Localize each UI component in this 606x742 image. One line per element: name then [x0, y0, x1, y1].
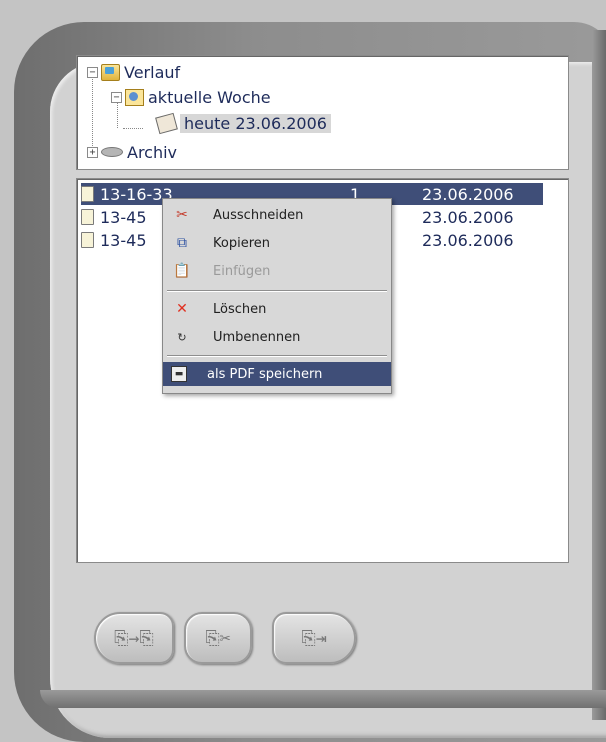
document-icon — [81, 186, 94, 202]
scissors-icon: ✂ — [176, 207, 188, 223]
item-date: 23.06.2006 — [422, 184, 514, 204]
item-date: 23.06.2006 — [422, 230, 514, 250]
menu-item-save-pdf[interactable]: ▬ als PDF speichern — [163, 362, 391, 386]
menu-item-delete[interactable]: ✕ Löschen — [163, 297, 391, 321]
export-doc-icon: ⎘⇥ — [301, 627, 327, 649]
paste-icon: 📋 — [173, 263, 191, 279]
menu-separator — [167, 355, 387, 357]
tree-node-archive[interactable]: + Archiv — [87, 140, 177, 164]
copy-icon: ⧉ — [177, 235, 187, 251]
menu-item-copy[interactable]: ⧉ Kopieren — [163, 231, 391, 255]
archive-disk-icon — [101, 147, 123, 157]
collapse-icon[interactable]: − — [111, 91, 122, 103]
tree-line — [123, 128, 143, 129]
menu-item-label: Kopieren — [213, 235, 270, 251]
folder-tree-panel[interactable]: − Verlauf − aktuelle Woche heute 23.06.2… — [76, 55, 569, 170]
history-folder-icon — [101, 63, 120, 81]
tree-node-label: Archiv — [127, 142, 178, 162]
save-disk-icon: ▬ — [171, 366, 187, 382]
context-menu[interactable]: ✂ Ausschneiden ⧉ Kopieren 📋 Einfügen ✕ L… — [162, 198, 392, 394]
cut-doc-button[interactable]: ⎘✂ — [184, 612, 252, 664]
bottom-rail — [40, 690, 606, 708]
day-icon — [155, 112, 178, 134]
tree-node-today[interactable]: heute 23.06.2006 — [155, 111, 331, 135]
delete-icon: ✕ — [176, 301, 188, 317]
tree-node-label: aktuelle Woche — [148, 87, 271, 107]
export-doc-button[interactable]: ⎘⇥ — [272, 612, 356, 664]
menu-item-rename[interactable]: ↻ Umbenennen — [163, 325, 391, 349]
tree-node-current-week[interactable]: − aktuelle Woche — [111, 85, 271, 109]
cut-doc-icon: ⎘✂ — [205, 627, 231, 649]
tree-node-label: heute 23.06.2006 — [180, 113, 331, 133]
document-icon — [81, 232, 94, 248]
menu-item-label: Umbenennen — [213, 329, 301, 345]
menu-item-label: Einfügen — [213, 263, 271, 279]
menu-item-label: als PDF speichern — [207, 366, 323, 382]
rename-icon: ↻ — [177, 330, 187, 344]
menu-separator — [167, 290, 387, 292]
expand-icon[interactable]: + — [87, 146, 98, 158]
week-icon — [125, 88, 144, 106]
copy-to-icon: ⎘→⎘ — [114, 627, 154, 649]
document-icon — [81, 209, 94, 225]
menu-item-cut[interactable]: ✂ Ausschneiden — [163, 203, 391, 227]
menu-item-paste[interactable]: 📋 Einfügen — [163, 259, 391, 283]
copy-to-button[interactable]: ⎘→⎘ — [94, 612, 174, 664]
menu-item-label: Ausschneiden — [213, 207, 304, 223]
collapse-icon[interactable]: − — [87, 66, 98, 78]
right-edge — [592, 30, 606, 720]
tree-node-verlauf[interactable]: − Verlauf — [87, 60, 180, 84]
menu-item-label: Löschen — [213, 301, 267, 317]
tree-node-label: Verlauf — [124, 62, 181, 82]
item-date: 23.06.2006 — [422, 207, 514, 227]
